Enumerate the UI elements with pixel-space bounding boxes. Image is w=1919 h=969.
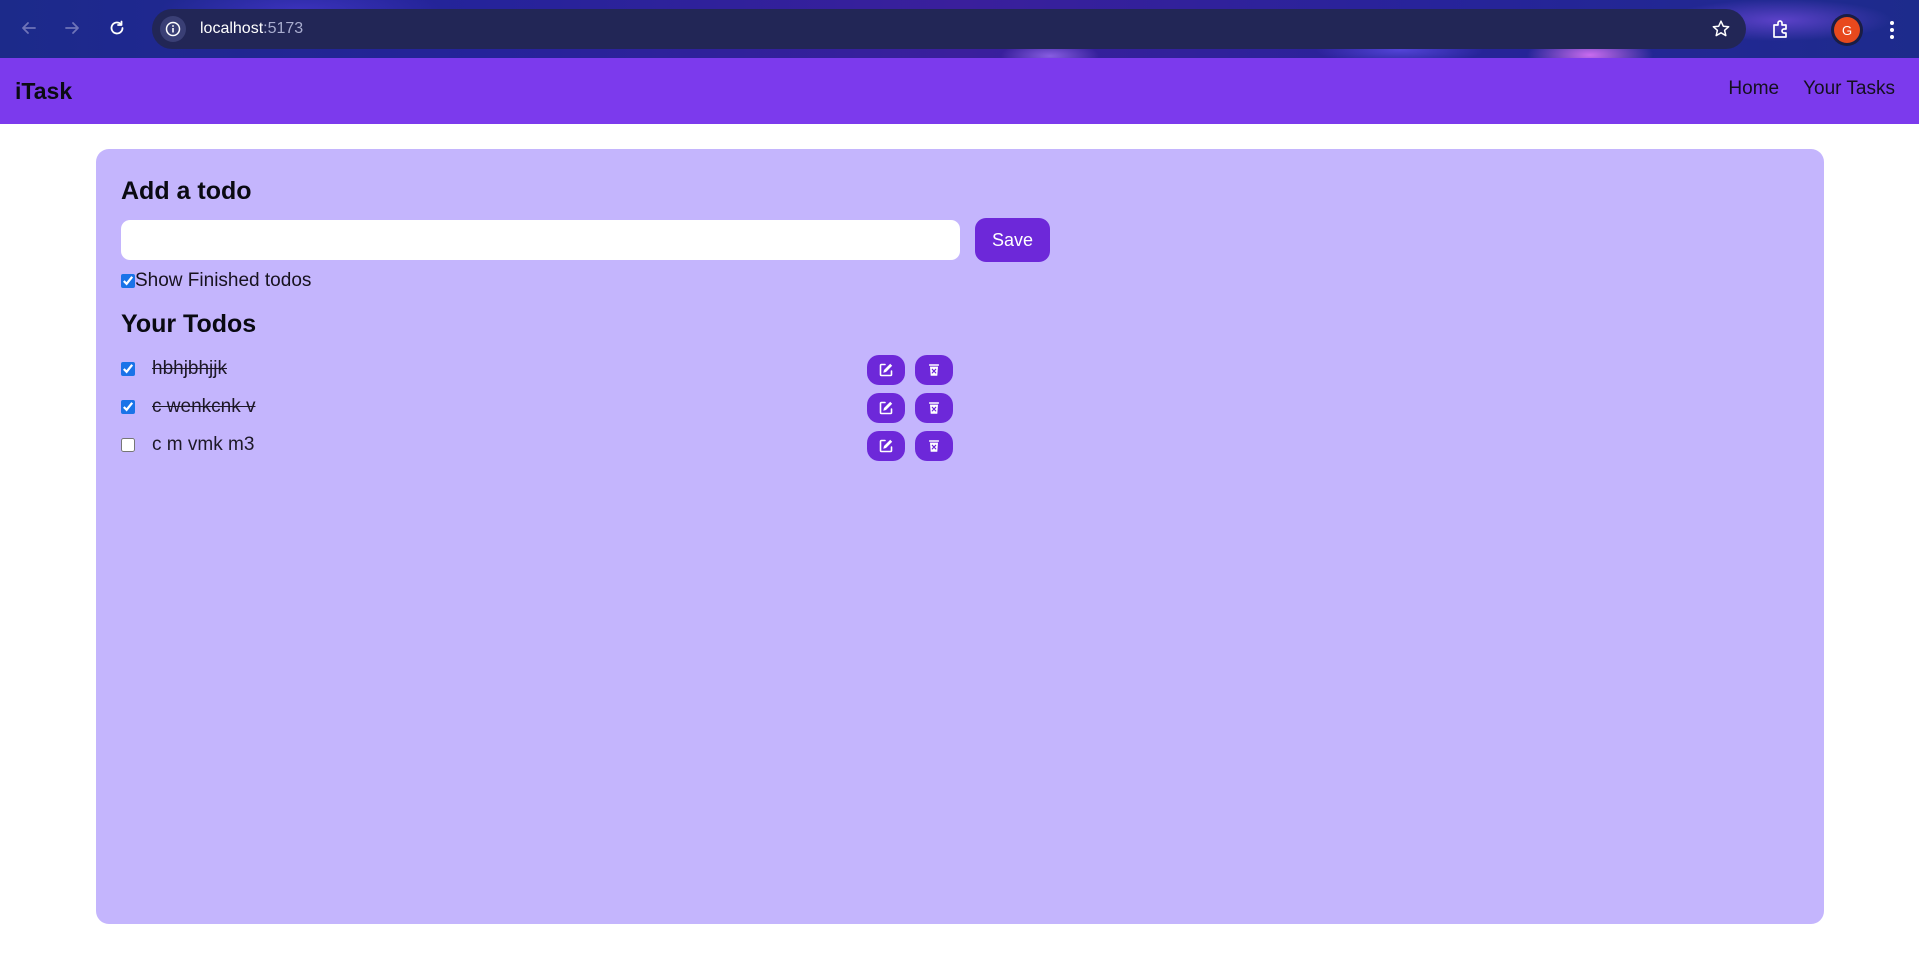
todo-checkbox[interactable] [121,362,135,376]
extensions-icon[interactable] [1766,14,1796,44]
todo-text: c m vmk m3 [152,434,255,455]
edit-icon [879,363,893,377]
delete-button[interactable] [915,355,953,385]
edit-icon [879,439,893,453]
edit-button[interactable] [867,393,905,423]
todo-actions [867,431,953,461]
edit-button[interactable] [867,431,905,461]
list-item: c m vmk m3 [121,429,956,467]
your-todos-heading: Your Todos [121,310,257,338]
site-info-icon[interactable] [160,16,186,42]
app-navbar: iTask Home Your Tasks [0,58,1919,124]
star-icon[interactable] [1710,18,1732,40]
reload-icon[interactable] [102,13,132,43]
show-finished-label[interactable]: Show Finished todos [135,270,311,292]
add-todo-heading: Add a todo [121,177,252,205]
todo-actions [867,355,953,385]
delete-icon [929,440,939,452]
delete-icon [929,402,939,414]
url-text[interactable]: localhost:5173 [200,20,303,38]
nav-links: Home Your Tasks [1728,78,1895,100]
add-todo-row: Save [121,218,1799,262]
forward-arrow-icon[interactable] [57,13,87,43]
kebab-menu-icon[interactable] [1882,15,1902,45]
address-bar[interactable]: localhost:5173 [152,9,1746,49]
browser-toolbar: localhost:5173 G [0,0,1919,58]
delete-button[interactable] [915,431,953,461]
nav-link-your-tasks[interactable]: Your Tasks [1803,78,1895,100]
show-finished-checkbox[interactable] [121,274,135,288]
brand-logo[interactable]: iTask [15,78,72,105]
avatar[interactable]: G [1834,17,1860,43]
delete-icon [929,364,939,376]
back-arrow-icon[interactable] [14,13,44,43]
show-finished-row: Show Finished todos [121,270,1799,292]
edit-button[interactable] [867,355,905,385]
todo-text: hbhjbhjjk [152,358,227,379]
url-host: localhost [200,20,264,37]
delete-button[interactable] [915,393,953,423]
edit-icon [879,401,893,415]
todo-actions [867,393,953,423]
todo-text: c wenkcnk v [152,396,256,417]
todo-checkbox[interactable] [121,438,135,452]
list-item: hbhjbhjjk [121,353,956,391]
todo-checkbox[interactable] [121,400,135,414]
nav-link-home[interactable]: Home [1728,78,1779,100]
save-button[interactable]: Save [975,218,1051,262]
list-item: c wenkcnk v [121,391,956,429]
todo-card: Add a todo Save Show Finished todos Your… [96,149,1824,924]
todo-input[interactable] [121,220,960,260]
url-port: :5173 [263,20,304,37]
todo-list: hbhjbhjjk c wenkcnk v c m vmk m3 [121,353,956,467]
